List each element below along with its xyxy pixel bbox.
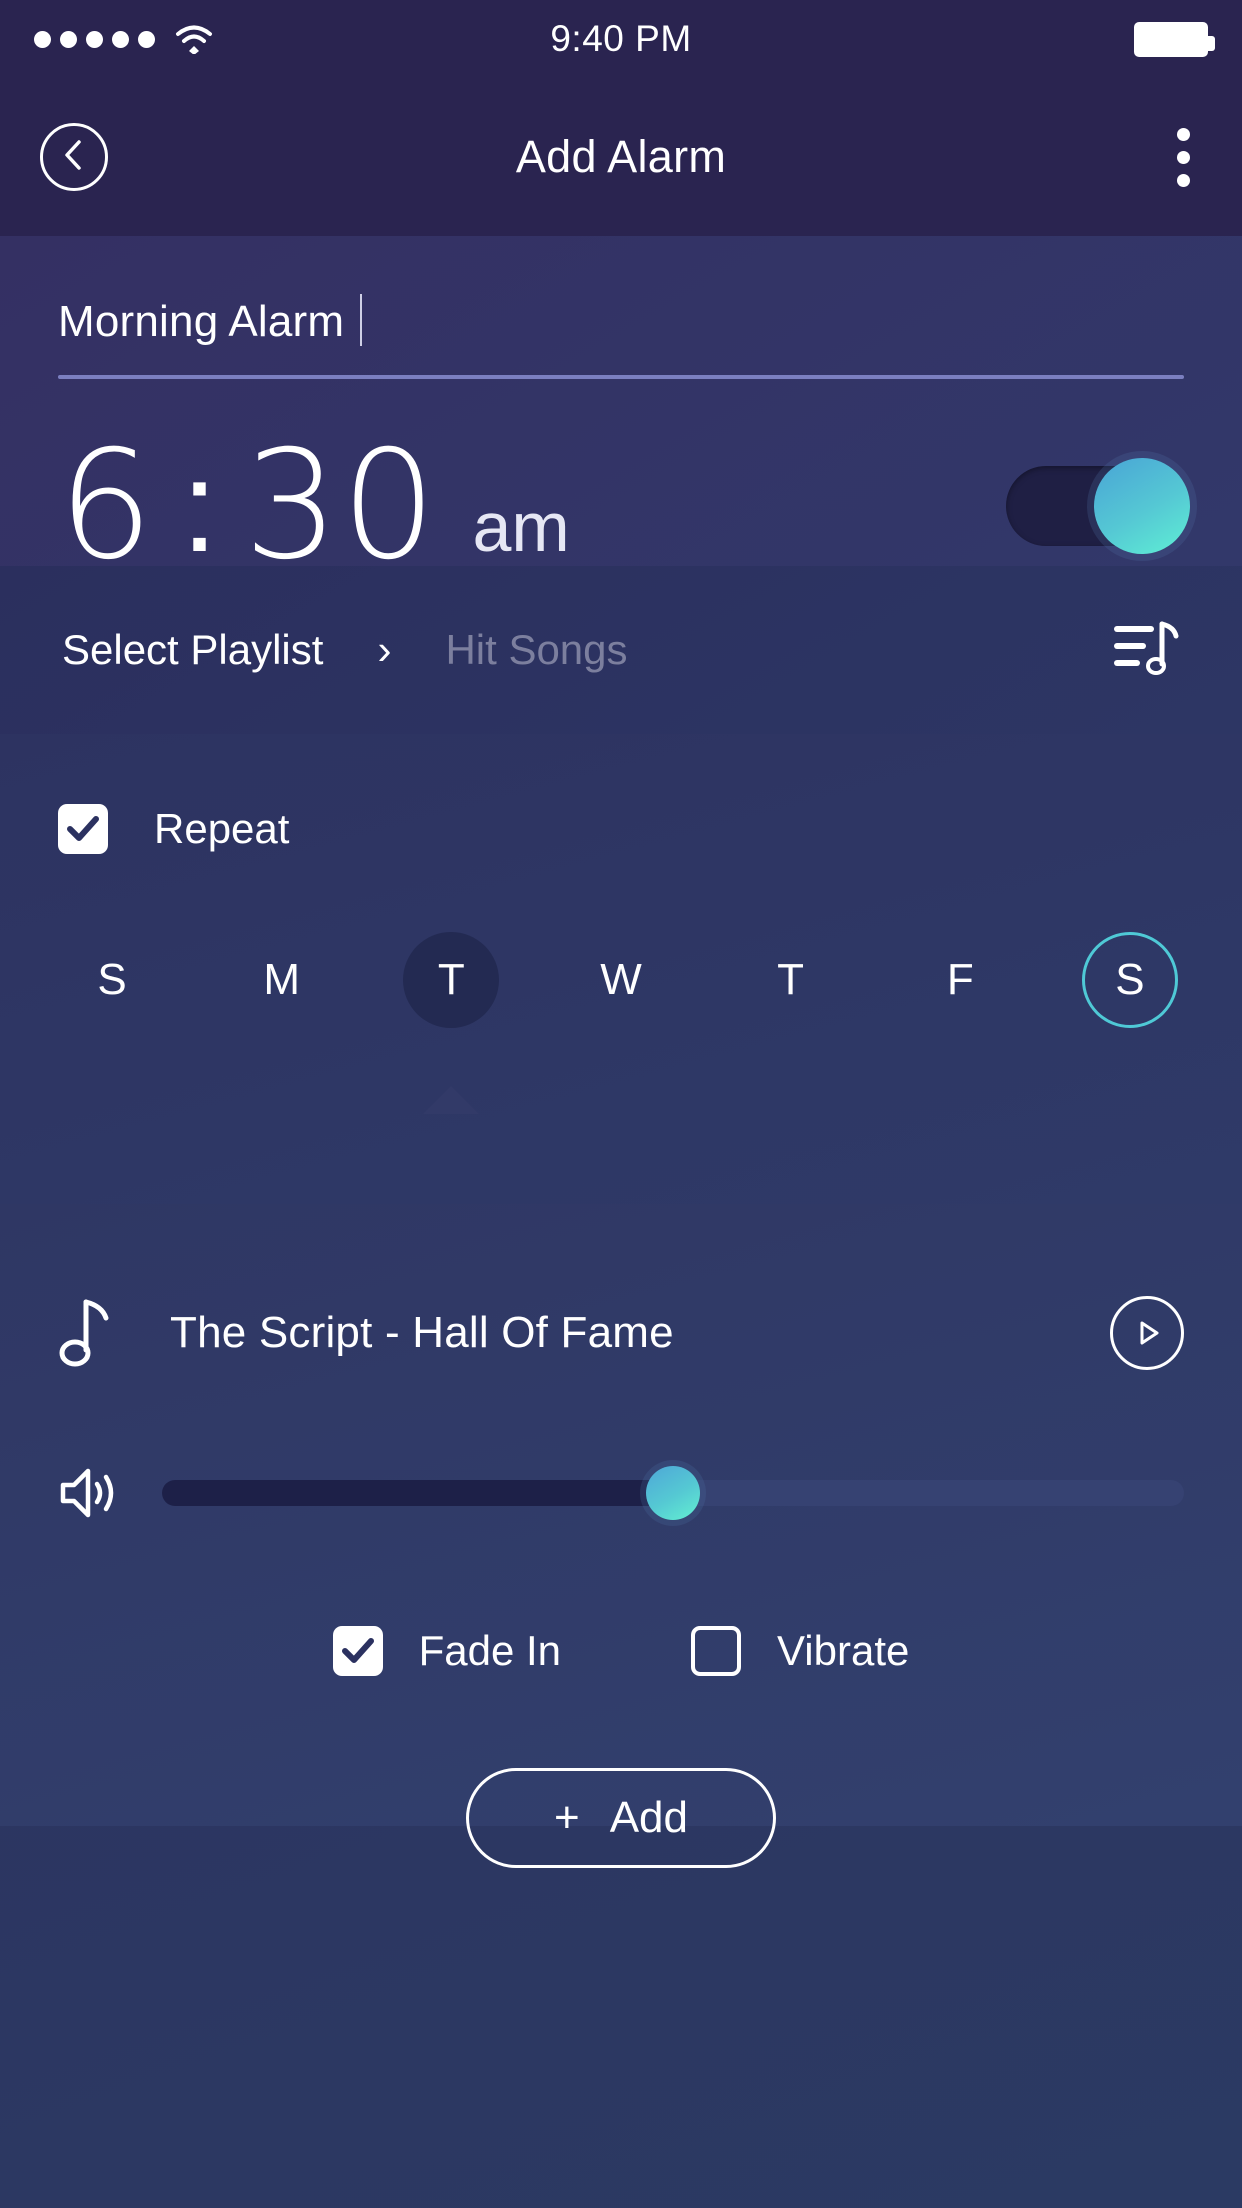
repeat-toggle-row[interactable]: Repeat: [58, 734, 1184, 854]
chevron-right-icon: ›: [377, 626, 392, 673]
sound-section: The Script - Hall Of Fame Fade In Vibrat…: [0, 1204, 1242, 1868]
sound-options-row: Fade In Vibrate: [58, 1626, 1184, 1676]
day-monday[interactable]: M: [234, 932, 330, 1028]
repeat-label: Repeat: [154, 805, 290, 852]
status-bar-clock: 9:40 PM: [550, 18, 692, 59]
selected-song-row[interactable]: The Script - Hall Of Fame: [58, 1204, 1184, 1370]
add-button-label: Add: [609, 1793, 688, 1842]
day-label: T: [777, 955, 805, 1004]
song-title: The Script - Hall Of Fame: [170, 1308, 674, 1357]
day-label: T: [437, 955, 465, 1004]
music-note-icon: [58, 1296, 114, 1370]
playlist-music-icon[interactable]: [1112, 616, 1180, 684]
chevron-left-icon: [61, 138, 87, 177]
select-playlist-label: Select Playlist: [62, 626, 324, 673]
kebab-dot: [1177, 173, 1190, 187]
day-wednesday[interactable]: W: [573, 932, 669, 1028]
kebab-dot: [1177, 150, 1190, 164]
repeat-checkbox[interactable]: [58, 804, 108, 854]
weekday-selector: S M T W T F S: [58, 932, 1184, 1114]
status-bar-right: [1134, 21, 1215, 57]
status-bar: 9:40 PM: [0, 0, 1242, 78]
volume-slider[interactable]: [162, 1466, 1184, 1520]
fade-in-checkbox[interactable]: [332, 1626, 383, 1676]
alarm-header-section: Morning Alarm 6 : 30 am: [0, 236, 1242, 581]
day-label: M: [263, 955, 300, 1004]
alarm-enabled-toggle[interactable]: [1006, 458, 1190, 554]
play-button[interactable]: [1110, 1296, 1184, 1370]
day-sunday[interactable]: S: [64, 932, 160, 1028]
alarm-name-field[interactable]: Morning Alarm: [58, 236, 1184, 379]
day-label: S: [97, 955, 127, 1004]
select-playlist-row[interactable]: Select Playlist › Hit Songs: [0, 566, 1242, 734]
overflow-menu-button[interactable]: [1165, 116, 1202, 199]
volume-slider-fill: [162, 1480, 673, 1506]
alarm-time-row: 6 : 30 am: [58, 431, 1190, 581]
repeat-section: Repeat S M T W T F S: [0, 734, 1242, 1204]
alarm-minute[interactable]: 30: [244, 431, 439, 581]
day-friday[interactable]: F: [912, 932, 1008, 1028]
speaker-volume-icon: [58, 1464, 120, 1522]
battery-full-icon: [1134, 21, 1215, 57]
volume-slider-thumb[interactable]: [646, 1466, 700, 1520]
kebab-dot: [1177, 127, 1190, 141]
toggle-knob: [1094, 458, 1190, 554]
alarm-name-underline: [58, 375, 1184, 379]
text-cursor: [360, 294, 363, 346]
back-button[interactable]: [40, 123, 108, 191]
alarm-meridiem[interactable]: am: [472, 487, 569, 581]
day-label: F: [946, 955, 974, 1004]
vibrate-checkbox[interactable]: [691, 1626, 742, 1676]
add-alarm-button[interactable]: + Add: [466, 1768, 776, 1868]
day-label: S: [1115, 955, 1145, 1004]
alarm-hour[interactable]: 6: [58, 431, 155, 581]
day-selection-pointer: [423, 1086, 480, 1114]
nav-bar: Add Alarm: [0, 78, 1242, 236]
day-tuesday[interactable]: T: [403, 932, 500, 1114]
plus-icon: +: [554, 1793, 580, 1842]
vibrate-label: Vibrate: [777, 1627, 910, 1674]
time-separator: :: [181, 433, 218, 579]
day-label: W: [600, 955, 642, 1004]
selected-playlist-value: Hit Songs: [445, 626, 628, 673]
day-saturday[interactable]: S: [1081, 932, 1178, 1028]
page-title: Add Alarm: [515, 131, 727, 182]
volume-row: [58, 1464, 1184, 1522]
alarm-name-value[interactable]: Morning Alarm: [58, 297, 344, 347]
fade-in-option[interactable]: Fade In: [332, 1626, 562, 1676]
fade-in-label: Fade In: [418, 1627, 562, 1674]
vibrate-option[interactable]: Vibrate: [691, 1626, 909, 1676]
add-button-wrap: + Add: [58, 1768, 1184, 1868]
day-thursday[interactable]: T: [743, 932, 839, 1028]
alarm-screen: 9:40 PM Add Alarm Morning Alarm 6: 30 a…: [0, 0, 1242, 2208]
